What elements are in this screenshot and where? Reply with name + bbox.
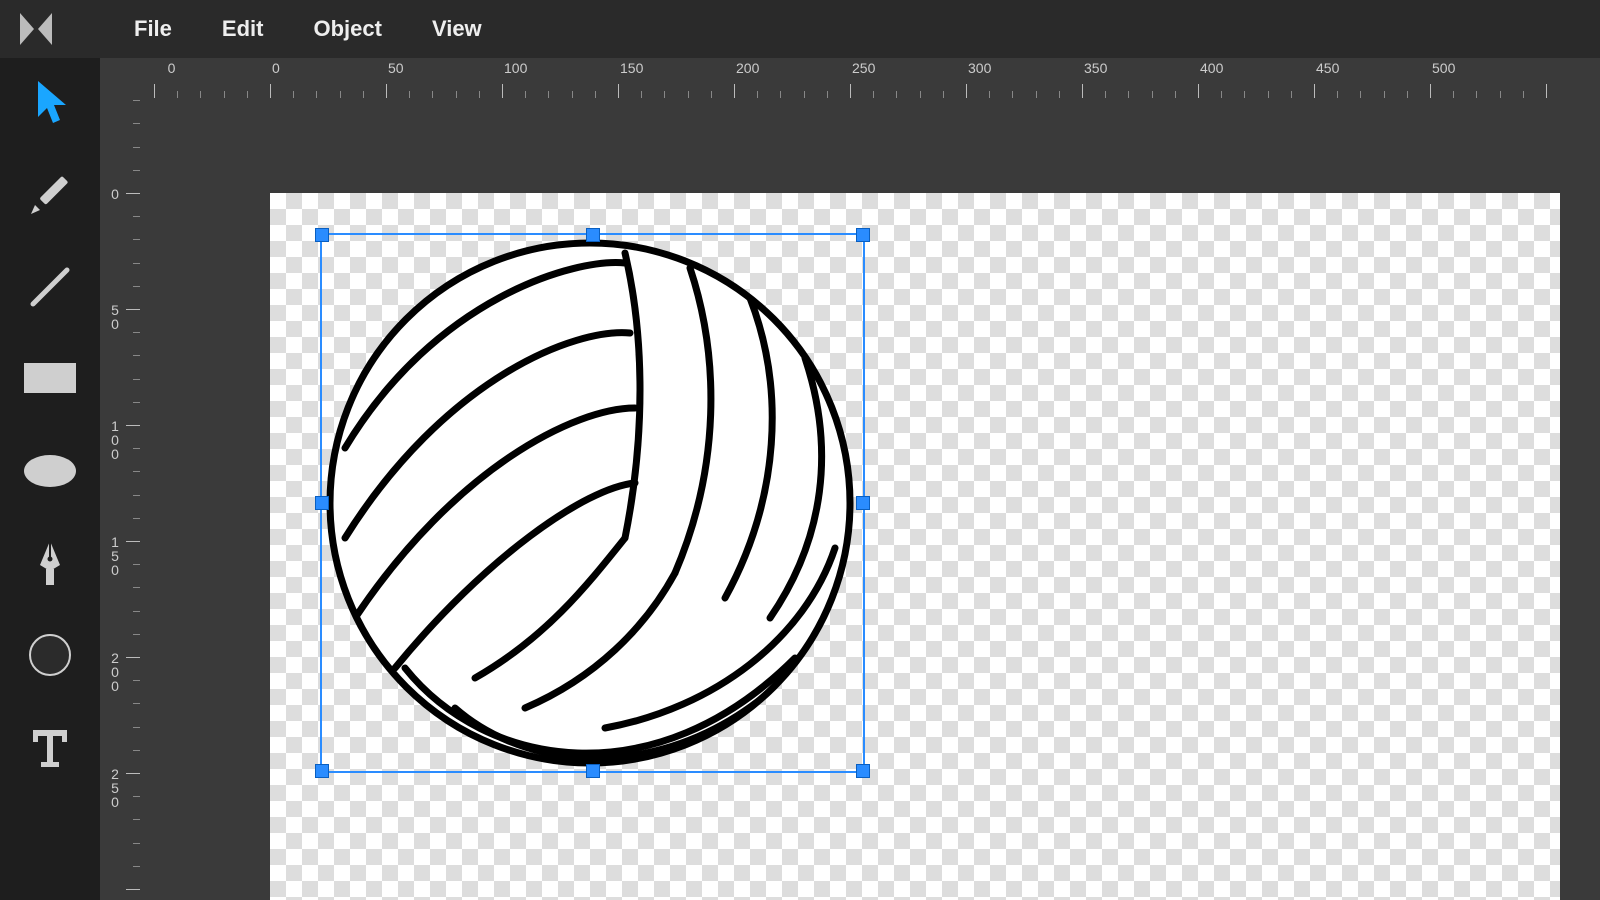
ruler-h-label: 0 bbox=[168, 60, 176, 76]
menu-file[interactable]: File bbox=[134, 16, 172, 42]
app-root: File Edit Object View bbox=[0, 0, 1600, 900]
ruler-horizontal[interactable]: 0 0 50 100 150 200 250 300 350 400 450 500 bbox=[140, 58, 1600, 98]
ruler-corner bbox=[100, 58, 140, 98]
ruler-h-label: 350 bbox=[1084, 60, 1107, 76]
ellipse-tool[interactable] bbox=[20, 441, 80, 501]
ruler-v-label: 2 bbox=[108, 767, 122, 781]
ruler-v-label: 2 bbox=[108, 651, 122, 665]
ruler-v-label: 0 bbox=[108, 795, 122, 809]
main-area: 0050100150200250300350400450500 05010015… bbox=[0, 58, 1600, 900]
ruler-v-label: 0 bbox=[108, 563, 122, 577]
ruler-v-label: 1 bbox=[108, 419, 122, 433]
ruler-h-label: 250 bbox=[852, 60, 875, 76]
menu-object[interactable]: Object bbox=[313, 16, 381, 42]
selection-handle-mid-left[interactable] bbox=[315, 496, 329, 510]
ruler-v-label: 5 bbox=[108, 549, 122, 563]
menu-items: File Edit Object View bbox=[134, 16, 482, 42]
ruler-v-label: 0 bbox=[108, 665, 122, 679]
ruler-v-label: 0 bbox=[108, 433, 122, 447]
selection-handle-bot-left[interactable] bbox=[315, 764, 329, 778]
selection-handle-top-left[interactable] bbox=[315, 228, 329, 242]
line-tool[interactable] bbox=[20, 257, 80, 317]
ruler-v-label: 5 bbox=[108, 781, 122, 795]
select-tool[interactable] bbox=[20, 73, 80, 133]
ruler-h-label: 0 bbox=[272, 60, 280, 76]
selection-handle-top-mid[interactable] bbox=[586, 228, 600, 242]
pencil-tool[interactable] bbox=[20, 165, 80, 225]
ruler-v-label: 5 bbox=[108, 303, 122, 317]
ruler-h-label: 450 bbox=[1316, 60, 1339, 76]
ruler-h-label: 100 bbox=[504, 60, 527, 76]
canvas-viewport[interactable] bbox=[140, 98, 1600, 900]
ruler-h-label: 150 bbox=[620, 60, 643, 76]
ruler-h-label: 500 bbox=[1432, 60, 1455, 76]
toolbar bbox=[0, 58, 100, 900]
ruler-v-label: 0 bbox=[108, 679, 122, 693]
selection-handle-bot-mid[interactable] bbox=[586, 764, 600, 778]
selection-handle-bot-right[interactable] bbox=[856, 764, 870, 778]
selection-handle-mid-right[interactable] bbox=[856, 496, 870, 510]
menu-bar: File Edit Object View bbox=[0, 0, 1600, 58]
ruler-v-label: 0 bbox=[108, 187, 122, 201]
ruler-v-label: 0 bbox=[108, 317, 122, 331]
app-logo-icon bbox=[18, 11, 54, 47]
ruler-h-label: 300 bbox=[968, 60, 991, 76]
canvas[interactable] bbox=[270, 193, 1560, 900]
menu-edit[interactable]: Edit bbox=[222, 16, 264, 42]
menu-view[interactable]: View bbox=[432, 16, 482, 42]
selection-box[interactable] bbox=[320, 233, 865, 773]
ruler-h-label: 400 bbox=[1200, 60, 1223, 76]
ruler-h-label: 200 bbox=[736, 60, 759, 76]
rectangle-tool[interactable] bbox=[20, 349, 80, 409]
ruler-v-label: 1 bbox=[108, 535, 122, 549]
selection-handle-top-right[interactable] bbox=[856, 228, 870, 242]
ruler-v-label: 0 bbox=[108, 447, 122, 461]
brush-tool[interactable] bbox=[20, 625, 80, 685]
text-tool[interactable] bbox=[20, 717, 80, 777]
ruler-vertical[interactable]: 050100150200250 bbox=[100, 98, 140, 900]
ruler-h-label: 50 bbox=[388, 60, 404, 76]
pen-tool[interactable] bbox=[20, 533, 80, 593]
work-area: 0050100150200250300350400450500 05010015… bbox=[100, 58, 1600, 900]
